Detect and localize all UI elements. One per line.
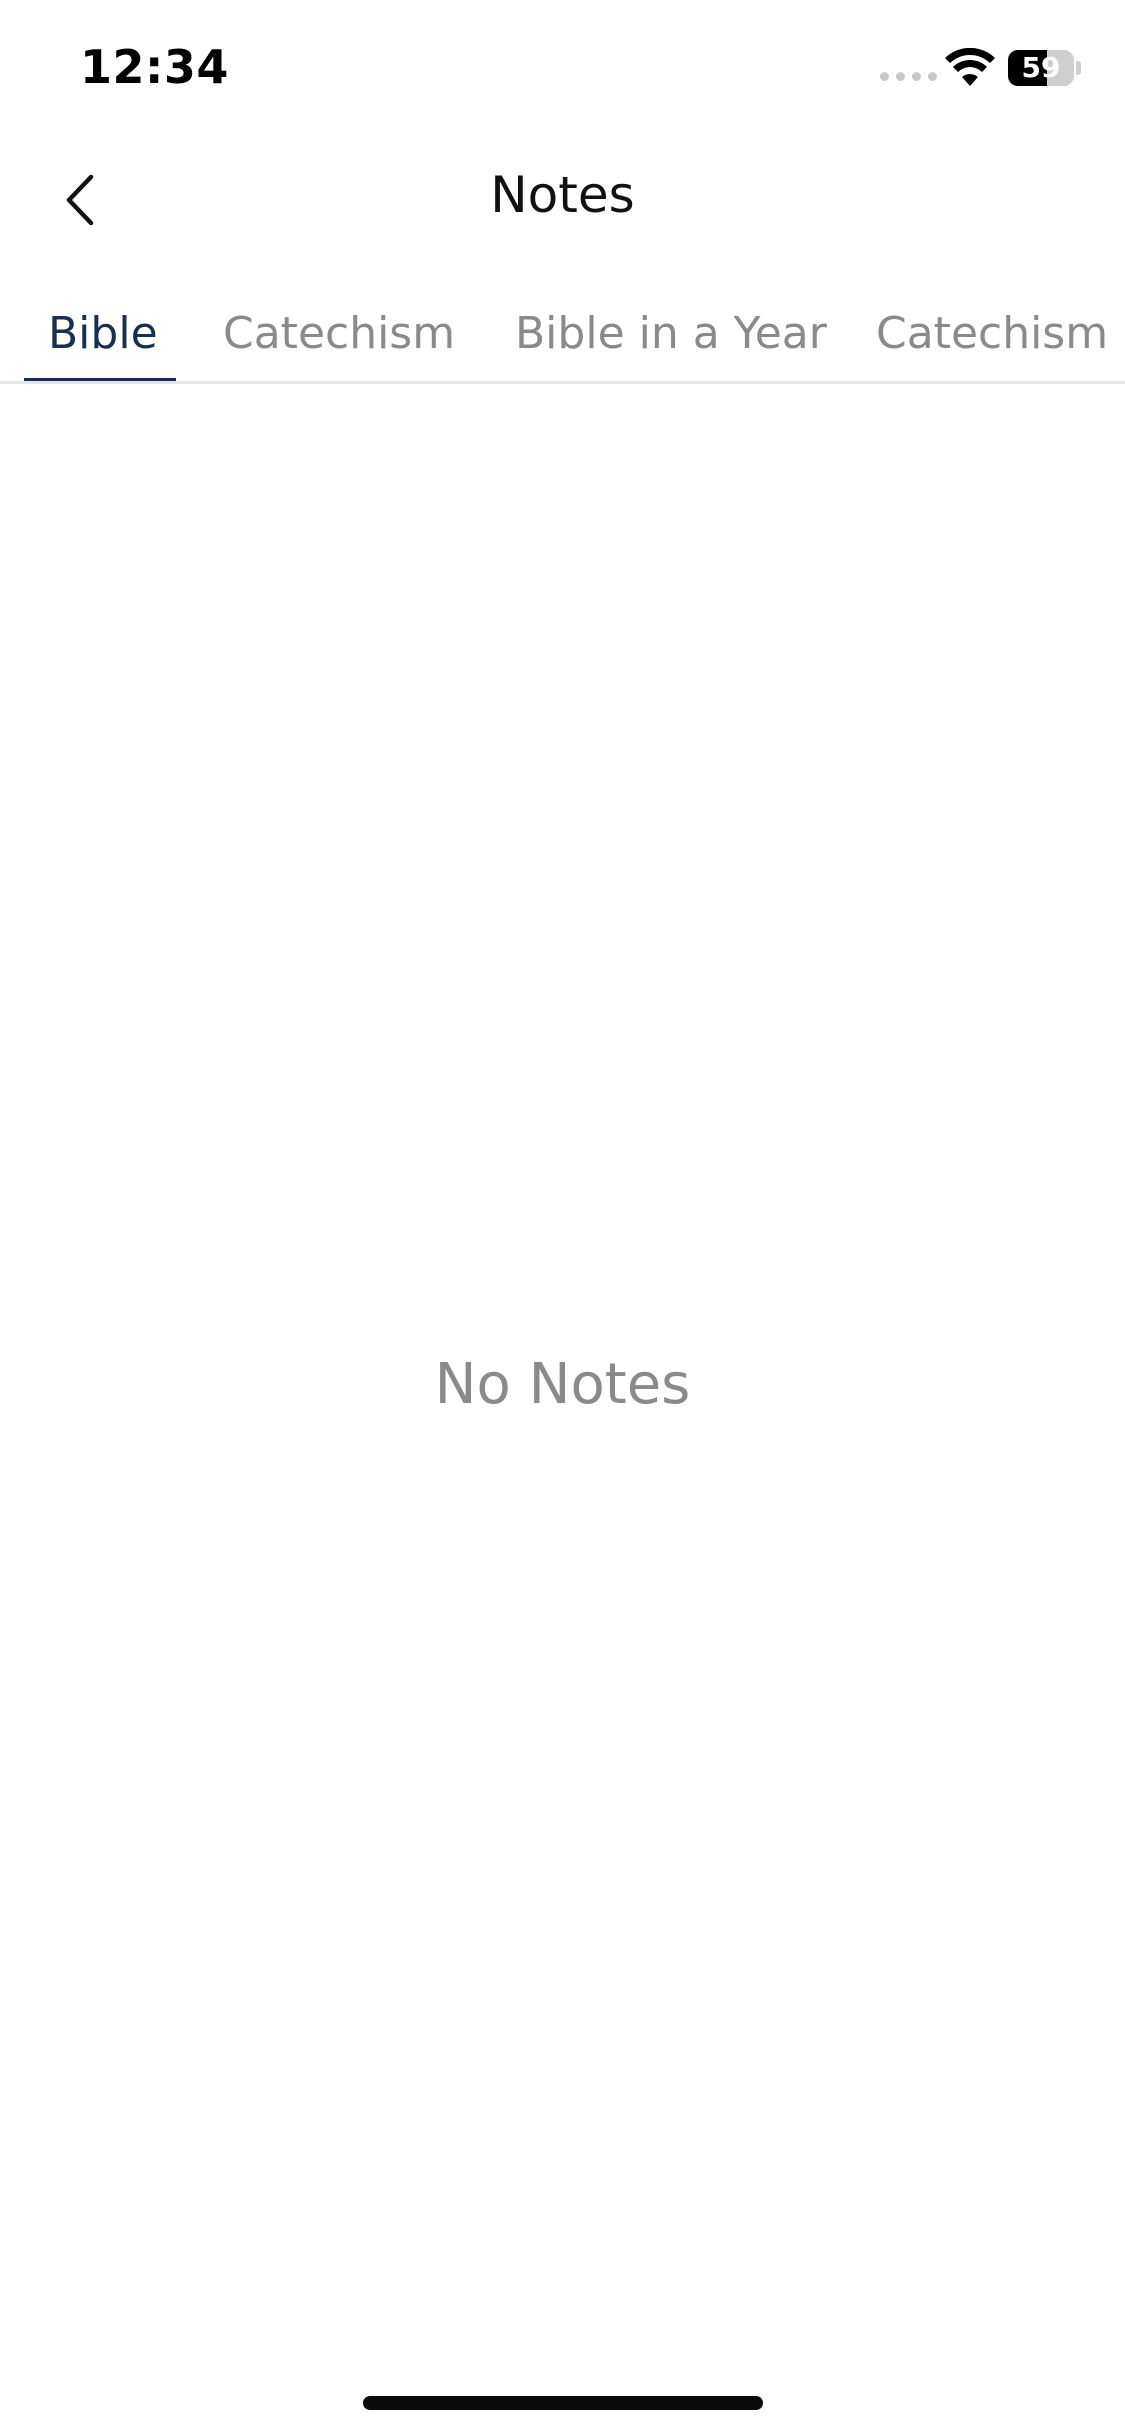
signal-dots-icon	[880, 72, 937, 81]
empty-state-message: No Notes	[434, 1352, 691, 1417]
tab-bible-in-a-year[interactable]: Bible in a Year	[515, 308, 827, 359]
active-tab-indicator	[24, 378, 176, 381]
wifi-icon	[945, 48, 995, 86]
battery-icon: 59	[1008, 50, 1074, 86]
battery-nub	[1076, 61, 1081, 75]
status-time: 12:34	[80, 40, 229, 94]
tab-bible[interactable]: Bible	[48, 308, 158, 359]
tab-catechism-in-a-year[interactable]: Catechism in	[876, 308, 1125, 359]
nav-bar: Notes	[0, 140, 1125, 260]
tab-bar: Bible Catechism Bible in a Year Catechis…	[0, 290, 1125, 384]
home-indicator[interactable]	[363, 2396, 763, 2410]
tab-catechism[interactable]: Catechism	[223, 308, 455, 359]
battery-level: 59	[1021, 51, 1061, 84]
status-bar: 12:34 59	[0, 0, 1125, 130]
page-title: Notes	[490, 166, 635, 224]
